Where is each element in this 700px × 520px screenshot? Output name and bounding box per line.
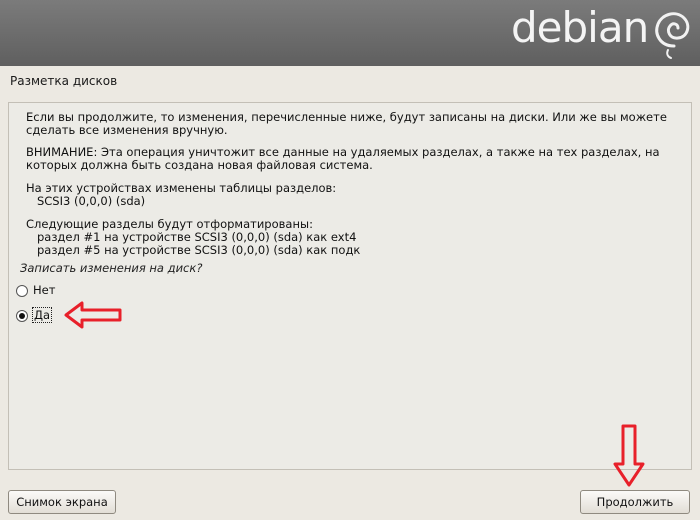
radio-no[interactable] (16, 285, 28, 297)
option-no-label[interactable]: Нет (33, 283, 55, 297)
warning-paragraph: ВНИМАНИЕ: Эта операция уничтожит все дан… (26, 145, 660, 172)
option-yes-label[interactable]: Да (31, 307, 53, 323)
radio-yes[interactable] (16, 310, 28, 322)
screenshot-button[interactable]: Снимок экрана (8, 490, 116, 514)
continue-button[interactable]: Продолжить (580, 490, 690, 514)
content-panel: Если вы продолжите, то изменения, перечи… (8, 102, 692, 470)
partition-tables-paragraph: На этих устройствах изменены таблицы раз… (26, 181, 337, 208)
radio-selected-dot (19, 313, 25, 319)
intro-paragraph: Если вы продолжите, то изменения, перечи… (26, 110, 667, 137)
header-banner: debian (0, 0, 700, 66)
debian-logo-text: debian (511, 3, 649, 52)
page-title: Разметка дисков (10, 74, 118, 88)
confirm-question: Записать изменения на диск? (20, 261, 203, 275)
debian-swirl-icon (655, 12, 690, 59)
format-list-paragraph: Следующие разделы будут отформатированы:… (26, 217, 361, 257)
